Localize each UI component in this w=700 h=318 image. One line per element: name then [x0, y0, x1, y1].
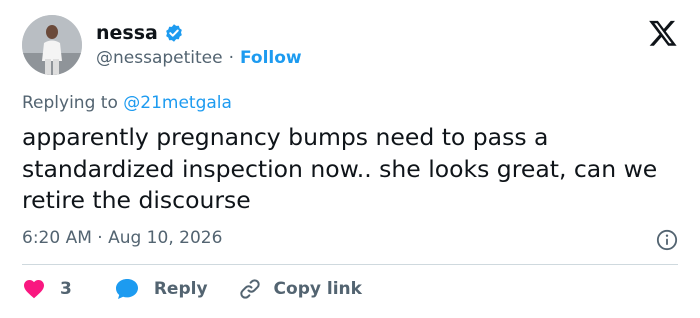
separator-dot: · [228, 48, 234, 68]
reply-context: Replying to @21metgala [22, 93, 232, 113]
reply-context-prefix: Replying to [22, 93, 118, 113]
tweet-text: apparently pregnancy bumps need to pass … [22, 123, 658, 214]
link-icon [239, 279, 260, 299]
like-button[interactable]: 3 [22, 277, 72, 301]
tweet-timestamp[interactable]: 6:20 AM · Aug 10, 2026 [22, 228, 222, 248]
author-handle[interactable]: @nessapetitee [96, 48, 223, 68]
info-icon[interactable] [656, 229, 678, 251]
reply-button[interactable]: Reply [114, 277, 208, 301]
avatar-image [22, 15, 82, 75]
speech-bubble-icon [115, 279, 138, 299]
reply-context-mention[interactable]: @21metgala [123, 93, 232, 113]
reply-label: Reply [153, 279, 208, 299]
heart-icon [24, 280, 44, 299]
like-count: 3 [60, 279, 72, 299]
author-handle-row: @nessapetitee · Follow [96, 48, 302, 68]
author-name[interactable]: nessa [96, 22, 158, 44]
avatar[interactable] [22, 15, 82, 75]
divider [22, 264, 678, 265]
copy-link-label: Copy link [273, 279, 362, 299]
author-name-row[interactable]: nessa [96, 22, 184, 44]
verified-badge-icon [166, 24, 182, 42]
x-logo-icon[interactable] [648, 18, 678, 48]
action-bar: 3 Reply Copy link [22, 277, 362, 301]
copy-link-button[interactable]: Copy link [238, 277, 362, 301]
follow-button[interactable]: Follow [240, 48, 302, 68]
